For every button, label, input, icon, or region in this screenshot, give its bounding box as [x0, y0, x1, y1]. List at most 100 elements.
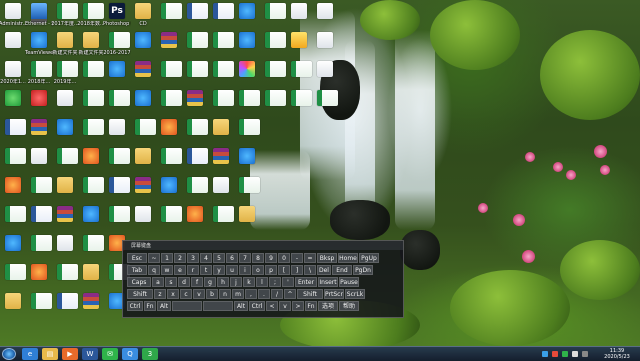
desktop-icon[interactable]: [236, 2, 258, 32]
key-j[interactable]: j: [230, 277, 242, 287]
desktop-icon[interactable]: [54, 292, 78, 322]
desktop-icon[interactable]: [2, 205, 26, 235]
desktop-icon[interactable]: [158, 147, 182, 177]
key-symbol[interactable]: ~: [148, 253, 160, 263]
key-space[interactable]: [172, 301, 202, 311]
desktop-icon[interactable]: [132, 89, 154, 119]
desktop-icon[interactable]: [132, 147, 154, 177]
desktop-icon[interactable]: [28, 234, 52, 264]
key-space[interactable]: [203, 301, 233, 311]
tray-antivirus-icon[interactable]: [552, 351, 558, 357]
desktop-icon[interactable]: [236, 31, 258, 61]
desktop-icon[interactable]: [2, 263, 26, 293]
key-symbol[interactable]: >: [292, 301, 304, 311]
key-y[interactable]: y: [213, 265, 225, 275]
key-symbol[interactable]: ;: [269, 277, 281, 287]
system-clock[interactable]: 11:39 2020/5/23: [600, 348, 634, 360]
desktop-icon[interactable]: [80, 60, 104, 90]
desktop-icon[interactable]: [158, 89, 182, 119]
taskbar-qq-button[interactable]: Q: [122, 348, 138, 360]
desktop-icon[interactable]: [80, 234, 104, 264]
desktop-icon[interactable]: 2016-2017: [103, 31, 131, 61]
key-Home[interactable]: Home: [338, 253, 358, 263]
taskbar-explorer-button[interactable]: ▤: [42, 348, 58, 360]
desktop-icon[interactable]: [28, 147, 50, 177]
desktop-icon[interactable]: CD: [132, 2, 154, 32]
key-symbol[interactable]: 帮助: [339, 301, 359, 311]
desktop-icon[interactable]: [236, 89, 260, 119]
desktop-icon[interactable]: [184, 176, 208, 206]
desktop-icon[interactable]: [80, 292, 102, 322]
desktop-icon[interactable]: TeamViewer: [25, 31, 53, 61]
desktop-icon[interactable]: [314, 31, 336, 61]
taskbar-wechat-button[interactable]: ✉: [102, 348, 118, 360]
desktop-icon[interactable]: [262, 2, 286, 32]
desktop-icon[interactable]: [184, 205, 206, 235]
desktop-icon[interactable]: 2018年...: [28, 60, 52, 90]
key-PgUp[interactable]: PgUp: [359, 253, 379, 263]
key-Shift[interactable]: Shift: [127, 289, 153, 299]
taskbar-ie-button[interactable]: e: [22, 348, 38, 360]
desktop-icon[interactable]: [184, 31, 208, 61]
desktop-icon[interactable]: [80, 205, 102, 235]
key-Caps[interactable]: Caps: [127, 277, 151, 287]
key-ScrLk[interactable]: ScrLk: [345, 289, 365, 299]
tray-wechat-icon[interactable]: [562, 351, 568, 357]
desktop-icon[interactable]: [54, 147, 78, 177]
key-symbol[interactable]: =: [304, 253, 316, 263]
desktop-icon[interactable]: [158, 2, 182, 32]
key-Insert[interactable]: Insert: [318, 277, 338, 287]
key-5[interactable]: 5: [213, 253, 225, 263]
key-End[interactable]: End: [332, 265, 352, 275]
desktop-icon[interactable]: [80, 147, 102, 177]
key-2[interactable]: 2: [174, 253, 186, 263]
desktop-icon[interactable]: [184, 2, 208, 32]
key-0[interactable]: 0: [278, 253, 290, 263]
desktop-icon[interactable]: [288, 2, 310, 32]
desktop-icon[interactable]: [210, 205, 234, 235]
key-4[interactable]: 4: [200, 253, 212, 263]
desktop-icon[interactable]: [262, 89, 286, 119]
key-t[interactable]: t: [200, 265, 212, 275]
desktop-icon[interactable]: [132, 31, 154, 61]
key-Shift[interactable]: Shift: [297, 289, 323, 299]
key-symbol[interactable]: ]: [291, 265, 303, 275]
desktop-icon[interactable]: [80, 263, 102, 293]
key-Del[interactable]: Del: [317, 265, 331, 275]
desktop-icon[interactable]: [28, 292, 52, 322]
desktop-icon[interactable]: [80, 89, 104, 119]
key-s[interactable]: s: [165, 277, 177, 287]
desktop-icon[interactable]: [80, 118, 104, 148]
desktop-icon[interactable]: [158, 31, 180, 61]
desktop-icon[interactable]: [210, 118, 232, 148]
key-p[interactable]: p: [265, 265, 277, 275]
key-g[interactable]: g: [204, 277, 216, 287]
desktop-icon[interactable]: [236, 205, 258, 235]
key-v[interactable]: v: [193, 289, 205, 299]
key-symbol[interactable]: ,: [245, 289, 257, 299]
tray-volume-icon[interactable]: [572, 351, 578, 357]
desktop-icon[interactable]: 新建文件夹: [52, 31, 78, 61]
key-PrtScn[interactable]: PrtScn: [324, 289, 344, 299]
key-Tab[interactable]: Tab: [127, 265, 147, 275]
desktop-icon[interactable]: [2, 147, 26, 177]
desktop-icon[interactable]: [2, 89, 24, 119]
desktop-icon[interactable]: 2019年...: [54, 60, 78, 90]
desktop-icon[interactable]: [236, 176, 260, 206]
desktop-icon[interactable]: [28, 89, 50, 119]
key-Ctrl[interactable]: Ctrl: [249, 301, 265, 311]
desktop-icon[interactable]: [106, 147, 130, 177]
desktop-icon[interactable]: [314, 60, 336, 90]
key-x[interactable]: x: [167, 289, 179, 299]
key-a[interactable]: a: [152, 277, 164, 287]
desktop-icon[interactable]: [210, 147, 232, 177]
desktop-icon[interactable]: [2, 118, 26, 148]
desktop-icon[interactable]: [132, 176, 154, 206]
desktop-icon[interactable]: [314, 2, 336, 32]
taskbar-360-button[interactable]: 3: [142, 348, 158, 360]
key-Alt[interactable]: Alt: [234, 301, 248, 311]
desktop-icon[interactable]: [158, 118, 180, 148]
desktop-icon[interactable]: [288, 89, 312, 119]
key-h[interactable]: h: [217, 277, 229, 287]
desktop-icon[interactable]: [2, 292, 24, 322]
